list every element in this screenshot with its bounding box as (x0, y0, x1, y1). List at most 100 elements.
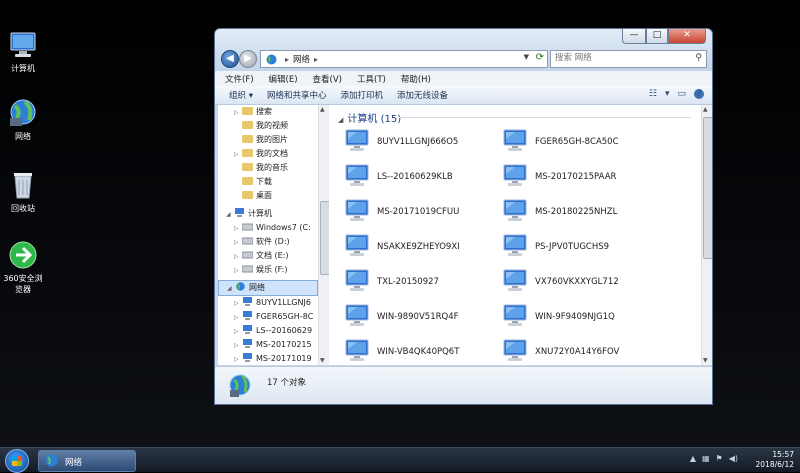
group-header[interactable]: ◢ 计算机 (15) (338, 110, 401, 125)
desktop-icon-network[interactable]: 网络 (0, 98, 46, 142)
organize-button[interactable]: 组织 ▾ (229, 89, 253, 101)
nav-item-pc[interactable]: ▷ 8UYV1LLGNJ6 (234, 296, 318, 310)
nav-item-documents[interactable]: ▷ 我的文档 (234, 147, 318, 161)
expand-arrow-icon[interactable]: ▷ (234, 325, 242, 338)
network-computer-item[interactable]: XNU72Y0A14Y6FOV (501, 337, 661, 365)
nav-item-pc[interactable]: ▷ MS-20170215 (234, 338, 318, 352)
nav-item-pictures[interactable]: 我的图片 (234, 133, 318, 147)
network-status-icon[interactable]: ▦ (702, 454, 710, 463)
nav-item-search[interactable]: ▷ 搜索 (234, 105, 318, 119)
nav-item-drive-c[interactable]: ▷ Windows7 (C: (234, 221, 318, 235)
content-scrollbar[interactable]: ▲ ▼ (701, 105, 712, 365)
nav-item-drive-e[interactable]: ▷ 文档 (E:) (234, 249, 318, 263)
add-printer-button[interactable]: 添加打印机 (340, 89, 383, 101)
tray-expand-icon[interactable]: ▲ (690, 454, 696, 463)
desktop-icon-360-browser[interactable]: 360安全浏览器 (0, 240, 46, 295)
breadcrumb-chevron-icon[interactable]: ▸ (314, 55, 318, 64)
nav-pane-scrollbar[interactable]: ▲ ▼ (318, 105, 330, 365)
collapse-group-icon[interactable]: ◢ (338, 116, 343, 124)
scroll-up-icon[interactable]: ▲ (703, 106, 708, 113)
network-computer-item[interactable]: PS-JPV0TUGCHS9 (501, 232, 661, 262)
view-options-icon[interactable]: ☷ (649, 89, 657, 99)
navigation-pane: ▷ 搜索 我的视频 我的图片 ▷ 我的文档 我的音乐 下载 桌面 ◢ 计算机 ▷ Win… (218, 105, 318, 365)
computer-icon (343, 199, 371, 223)
computer-icon (343, 234, 371, 258)
volume-icon[interactable]: ◀) (729, 454, 738, 463)
scroll-down-icon[interactable]: ▼ (320, 357, 325, 364)
network-computer-item[interactable]: MS-20180225NHZL (501, 197, 661, 227)
expand-arrow-icon[interactable]: ▷ (234, 339, 242, 352)
nav-item-drive-f[interactable]: ▷ 娱乐 (F:) (234, 263, 318, 277)
help-icon[interactable]: ? (694, 89, 704, 99)
expand-arrow-icon[interactable]: ▷ (234, 250, 242, 263)
view-dropdown-icon[interactable]: ▾ (665, 89, 670, 99)
expand-arrow-icon[interactable]: ▷ (234, 311, 242, 324)
nav-item-downloads[interactable]: 下载 (234, 175, 318, 189)
menu-help[interactable]: 帮助(H) (401, 73, 431, 85)
nav-item-music[interactable]: 我的音乐 (234, 161, 318, 175)
minimize-button[interactable]: — (622, 29, 646, 44)
expand-arrow-icon[interactable]: ▷ (234, 353, 242, 365)
menu-edit[interactable]: 编辑(E) (269, 73, 298, 85)
add-wireless-device-button[interactable]: 添加无线设备 (397, 89, 448, 101)
menu-tools[interactable]: 工具(T) (357, 73, 386, 85)
history-dropdown-icon[interactable]: ▼ (524, 53, 529, 61)
back-arrow-icon[interactable]: ◀ (221, 50, 239, 68)
nav-item-network[interactable]: ◢ 网络 (218, 280, 318, 296)
scroll-thumb[interactable] (703, 117, 712, 259)
scroll-up-icon[interactable]: ▲ (320, 106, 325, 113)
scroll-down-icon[interactable]: ▼ (703, 357, 708, 364)
network-computer-item[interactable]: WIN-VB4QK40PQ6T (343, 337, 503, 365)
desktop-icon-recycle-bin[interactable]: 回收站 (0, 170, 46, 214)
collapse-arrow-icon[interactable]: ◢ (227, 282, 235, 295)
taskbar-window-button[interactable]: 网络 (38, 450, 136, 472)
nav-item-pc[interactable]: ▷ MS-20171019 (234, 352, 318, 365)
expand-arrow-icon[interactable]: ▷ (234, 106, 242, 119)
maximize-button[interactable]: □ (646, 29, 668, 44)
computer-icon (343, 269, 371, 293)
network-computer-item[interactable]: WIN-9890V51RQ4F (343, 302, 503, 332)
computer-name: LS--20160629KLB (377, 172, 453, 182)
computer-name: VX760VKXXYGL712 (535, 277, 619, 287)
preview-pane-icon[interactable]: ▭ (677, 89, 686, 99)
expand-arrow-icon[interactable]: ▷ (234, 236, 242, 249)
breadcrumb-network[interactable]: 网络 (293, 53, 310, 65)
network-computer-item[interactable]: WIN-9F9409NJG1Q (501, 302, 661, 332)
breadcrumb-chevron-icon[interactable]: ▸ (285, 55, 289, 64)
computer-name: WIN-9F9409NJG1Q (535, 312, 615, 322)
expand-arrow-icon[interactable]: ▷ (234, 222, 242, 235)
title-bar[interactable]: — □ ✕ ◀ ▶ ▸ 网络 ▸ ▼ ⟳ ⚲ (215, 29, 712, 71)
search-icon[interactable]: ⚲ (695, 53, 702, 63)
nav-item-drive-d[interactable]: ▷ 软件 (D:) (234, 235, 318, 249)
nav-item-videos[interactable]: 我的视频 (234, 119, 318, 133)
collapse-arrow-icon[interactable]: ◢ (226, 208, 234, 221)
network-computer-item[interactable]: FGER65GH-8CA50C (501, 127, 661, 157)
network-computer-item[interactable]: MS-20171019CFUU (343, 197, 503, 227)
network-computer-item[interactable]: VX760VKXXYGL712 (501, 267, 661, 297)
forward-arrow-icon[interactable]: ▶ (239, 50, 257, 68)
start-button[interactable] (5, 449, 29, 473)
refresh-icon[interactable]: ⟳ (536, 52, 544, 63)
network-computer-item[interactable]: MS-20170215PAAR (501, 162, 661, 192)
flag-icon[interactable]: ⚑ (716, 454, 723, 463)
menu-view[interactable]: 查看(V) (313, 73, 342, 85)
network-computer-item[interactable]: NSAKXE9ZHEYO9XI (343, 232, 503, 262)
expand-arrow-icon[interactable]: ▷ (234, 148, 242, 161)
nav-item-computer[interactable]: ◢ 计算机 (226, 207, 318, 221)
desktop-icon-computer[interactable]: 计算机 (0, 30, 46, 74)
network-sharing-center-button[interactable]: 网络和共享中心 (267, 89, 327, 101)
address-bar[interactable]: ▸ 网络 ▸ ▼ ⟳ (260, 50, 548, 68)
network-computer-item[interactable]: LS--20160629KLB (343, 162, 503, 192)
nav-item-pc[interactable]: ▷ LS--20160629 (234, 324, 318, 338)
search-input[interactable] (551, 51, 689, 65)
close-button[interactable]: ✕ (668, 29, 706, 44)
clock[interactable]: 15:57 2018/6/12 (756, 450, 794, 470)
search-box[interactable]: ⚲ (550, 50, 707, 68)
menu-file[interactable]: 文件(F) (225, 73, 254, 85)
network-computer-item[interactable]: 8UYV1LLGNJ666O5 (343, 127, 503, 157)
nav-item-pc[interactable]: ▷ FGER65GH-8C (234, 310, 318, 324)
nav-item-desktop[interactable]: 桌面 (234, 189, 318, 203)
network-computer-item[interactable]: TXL-20150927 (343, 267, 503, 297)
expand-arrow-icon[interactable]: ▷ (234, 297, 242, 310)
expand-arrow-icon[interactable]: ▷ (234, 264, 242, 277)
